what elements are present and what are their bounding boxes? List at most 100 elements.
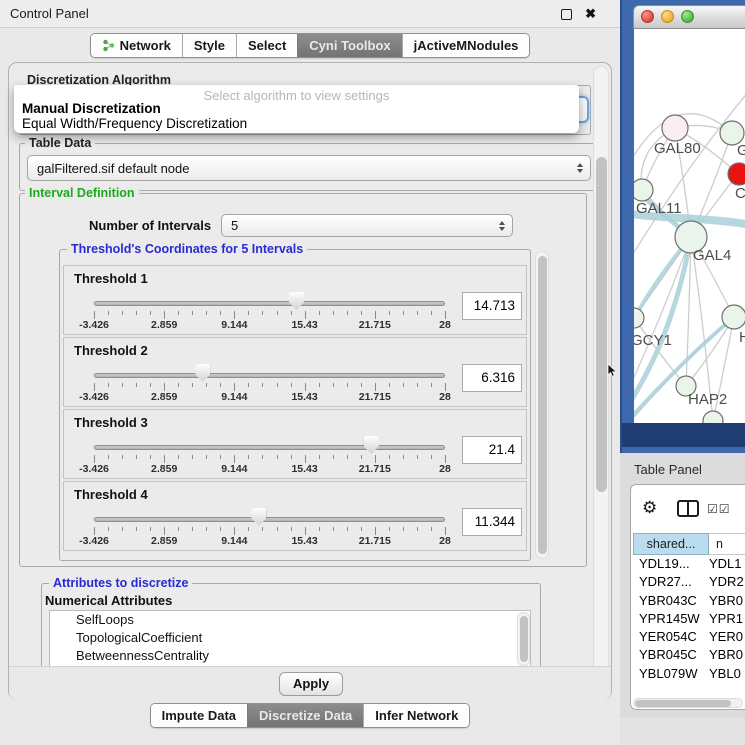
- apply-button[interactable]: Apply: [279, 672, 343, 696]
- slider-tick-label: 2.859: [151, 535, 177, 547]
- thresholds-scrollbar-thumb[interactable]: [538, 256, 547, 554]
- network-node[interactable]: [703, 411, 723, 423]
- table-row[interactable]: YPR145WYPR1: [633, 611, 745, 629]
- attributes-scrollbar[interactable]: [517, 612, 530, 666]
- slider-tick: [150, 455, 151, 459]
- algorithm-option-manual[interactable]: Manual Discretization: [22, 101, 161, 116]
- slider-tick-label: 28: [439, 391, 451, 403]
- table-rows[interactable]: YDL19...YDL1YDR27...YDR2YBR043CYBR0YPR14…: [633, 556, 745, 686]
- slider-tick: [262, 455, 263, 459]
- slider-tick: [305, 383, 306, 391]
- threshold-slider-thumb[interactable]: [364, 436, 379, 454]
- mouse-cursor: [607, 364, 619, 378]
- network-node-gal11[interactable]: [634, 179, 653, 201]
- network-node-gal80[interactable]: [662, 115, 688, 141]
- slider-tick: [277, 383, 278, 387]
- select-columns-icon[interactable]: ☑☑: [707, 502, 731, 516]
- cyni-bottom-tabbar: Impute DataDiscretize DataInfer Network: [0, 703, 620, 728]
- slider-tick: [319, 383, 320, 387]
- attribute-item[interactable]: BetweennessCentrality: [50, 647, 530, 665]
- panel-scrollbar[interactable]: [593, 66, 609, 698]
- attribute-item[interactable]: TopologicalCoefficient: [50, 629, 530, 647]
- table-row[interactable]: YDL19...YDL1: [633, 556, 745, 574]
- tab-impute-data[interactable]: Impute Data: [151, 704, 247, 727]
- slider-tick: [248, 455, 249, 459]
- threshold-slider-thumb[interactable]: [251, 508, 266, 526]
- network-node-c[interactable]: [728, 163, 745, 185]
- slider-tick: [333, 455, 334, 459]
- slider-tick-label: 15.43: [291, 535, 317, 547]
- cell-name: YDR2: [705, 574, 744, 589]
- window-zoom-button[interactable]: [681, 10, 694, 23]
- table-row[interactable]: YBL079WYBL0: [633, 666, 745, 684]
- cyni-mode-tabs: Impute DataDiscretize DataInfer Network: [150, 703, 471, 728]
- table-row[interactable]: YBR043CYBR0: [633, 593, 745, 611]
- table-row[interactable]: YLR345WYLR3: [633, 684, 745, 686]
- slider-tick: [347, 527, 348, 531]
- columns-icon[interactable]: [677, 500, 699, 517]
- window-minimize-button[interactable]: [661, 10, 674, 23]
- gear-icon[interactable]: ⚙: [642, 499, 657, 516]
- threshold-slider-track[interactable]: [94, 373, 445, 378]
- node-table-card: ⚙ ☑☑ shared... n YDL19...YDL1YDR27...YDR…: [630, 484, 745, 710]
- attributes-scrollbar-thumb[interactable]: [520, 616, 528, 662]
- threshold-value-field[interactable]: 21.4: [462, 436, 522, 464]
- attribute-item[interactable]: SelfLoops: [50, 611, 530, 629]
- tab-infer-network[interactable]: Infer Network: [363, 704, 469, 727]
- slider-tick-label: 15.43: [291, 319, 317, 331]
- thresholds-scrollbar[interactable]: [535, 251, 549, 559]
- slider-tick: [220, 383, 221, 387]
- tab-cyni-toolbox[interactable]: Cyni Toolbox: [297, 34, 401, 57]
- slider-tick-label: 2.859: [151, 391, 177, 403]
- slider-tick: [291, 383, 292, 387]
- table-hscrollbar[interactable]: [633, 698, 743, 708]
- slider-tick: [136, 455, 137, 459]
- network-node-h[interactable]: [722, 305, 745, 329]
- threshold-value-field[interactable]: 11.344: [462, 508, 522, 536]
- threshold-slider-thumb[interactable]: [195, 364, 210, 382]
- table-row[interactable]: YDR27...YDR2: [633, 574, 745, 592]
- slider-tick-label: 21.715: [359, 391, 391, 403]
- slider-tick: [150, 383, 151, 387]
- control-panel-titlebar: Control Panel ✖: [0, 0, 620, 28]
- slider-tick: [164, 455, 165, 463]
- tab-label: Network: [120, 38, 171, 53]
- table-row[interactable]: YER054CYER0: [633, 629, 745, 647]
- slider-tick: [262, 383, 263, 387]
- float-window-icon[interactable]: [561, 9, 572, 20]
- column-header-shared[interactable]: shared...: [633, 533, 709, 555]
- cell-name: YPR1: [705, 611, 743, 626]
- table-hscrollbar-thumb[interactable]: [635, 700, 731, 707]
- slider-tick: [319, 527, 320, 531]
- tab-select[interactable]: Select: [236, 34, 297, 57]
- threshold-slider-track[interactable]: [94, 301, 445, 306]
- threshold-value-field[interactable]: 14.713: [462, 292, 522, 320]
- close-icon[interactable]: ✖: [585, 6, 596, 22]
- network-node-gcy1[interactable]: [634, 308, 644, 328]
- column-header-name[interactable]: n: [709, 533, 745, 555]
- number-of-intervals-combobox[interactable]: 5: [221, 214, 513, 237]
- thresholds-group-label: Threshold's Coordinates for 5 Intervals: [67, 242, 307, 256]
- threshold-label: Threshold 4: [74, 487, 148, 502]
- window-close-button[interactable]: [641, 10, 654, 23]
- algorithm-dropdown-popup: Select algorithm to view settings Manual…: [14, 85, 579, 133]
- network-node-label: H: [739, 329, 745, 346]
- tab-discretize-data[interactable]: Discretize Data: [247, 704, 363, 727]
- tab-network[interactable]: Network: [91, 34, 182, 57]
- tab-jactivemnodules[interactable]: jActiveMNodules: [402, 34, 530, 57]
- threshold-slider-track[interactable]: [94, 517, 445, 522]
- combo-arrows-icon: [577, 163, 583, 173]
- algorithm-option-equal-width[interactable]: Equal Width/Frequency Discretization: [22, 116, 247, 131]
- bottom-strip: [620, 718, 745, 745]
- numerical-attributes-list[interactable]: SelfLoopsTopologicalCoefficientBetweenne…: [49, 610, 531, 668]
- panel-scrollbar-thumb[interactable]: [596, 157, 607, 492]
- threshold-value-field[interactable]: 6.316: [462, 364, 522, 392]
- network-view[interactable]: GAL80GACGAL11GAL4GCY1HHAP2: [634, 29, 745, 423]
- table-data-combobox[interactable]: galFiltered.sif default node: [27, 155, 591, 181]
- threshold-slider-track[interactable]: [94, 445, 445, 450]
- tab-style[interactable]: Style: [182, 34, 236, 57]
- slider-tick: [403, 311, 404, 315]
- threshold-slider-thumb[interactable]: [289, 292, 304, 310]
- table-row[interactable]: YBR045CYBR0: [633, 647, 745, 665]
- cell-name: YER0: [705, 629, 743, 644]
